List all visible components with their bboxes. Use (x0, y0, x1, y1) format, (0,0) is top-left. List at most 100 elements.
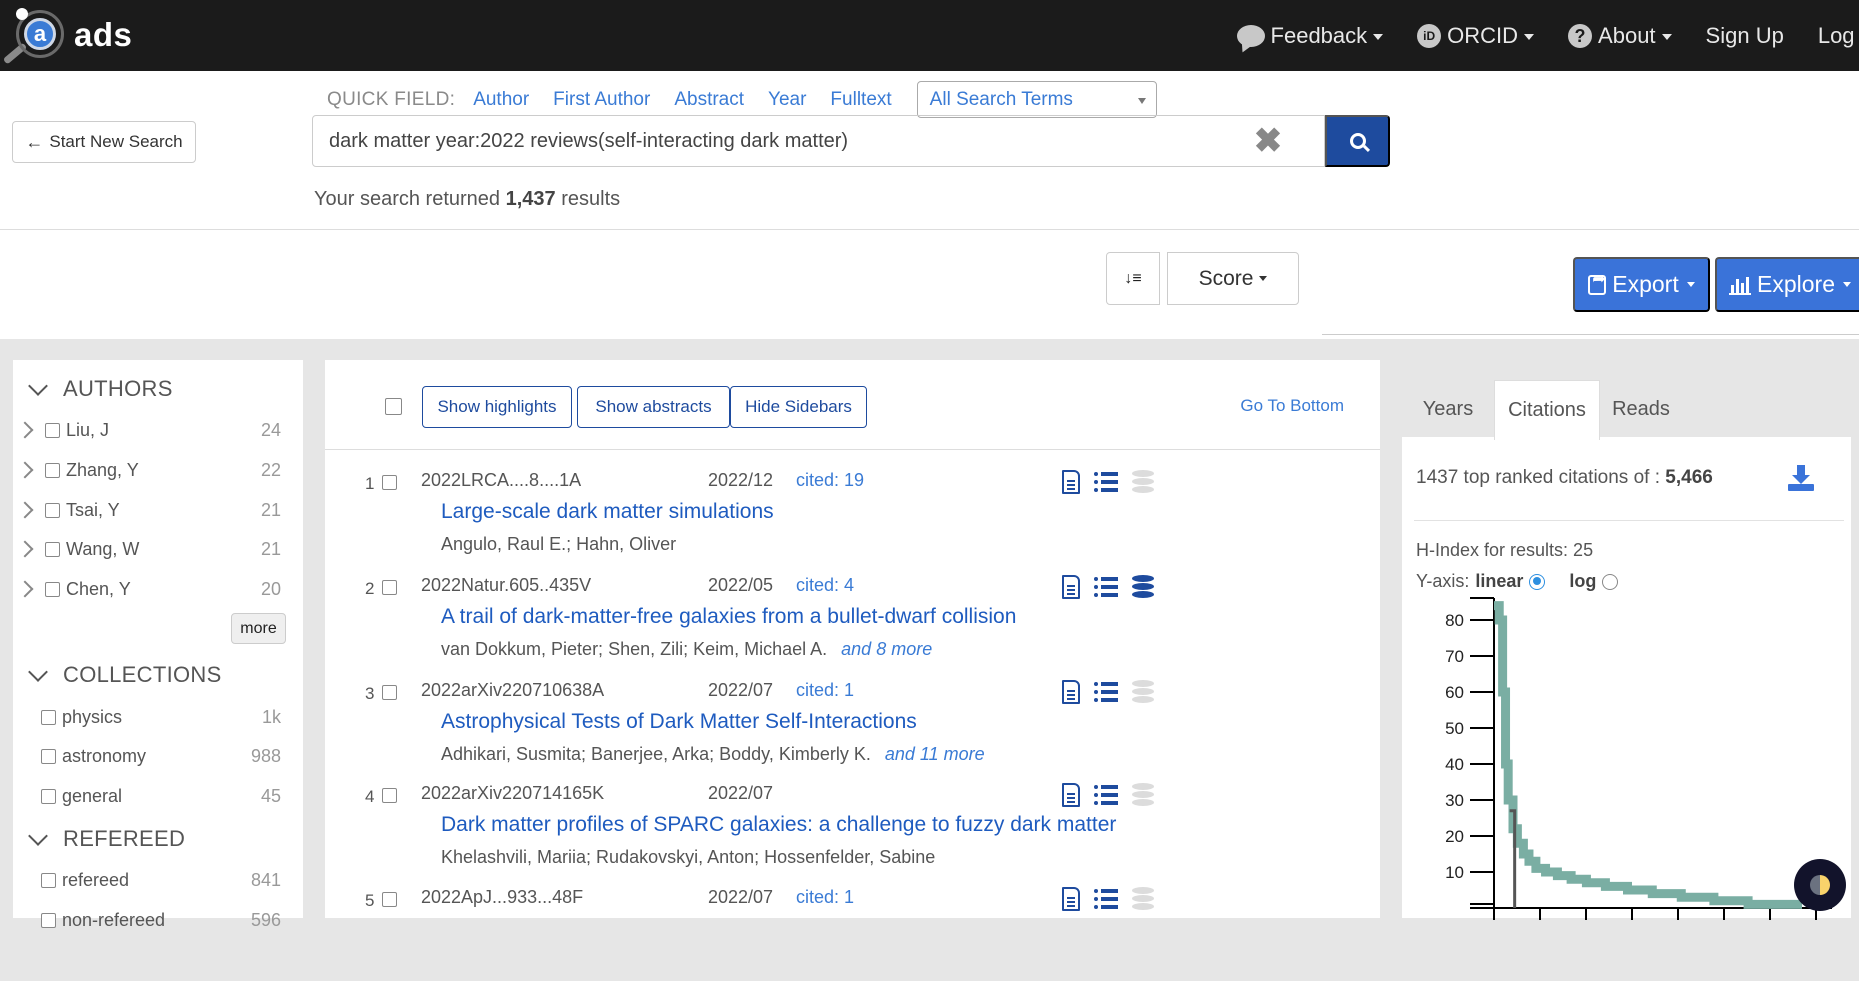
show-abstracts-button[interactable]: Show abstracts (577, 386, 730, 428)
orcid-icon: iD (1417, 23, 1442, 48)
facet-item[interactable]: Wang, W 21 (13, 534, 303, 564)
nav-orcid[interactable]: iD ORCID (1417, 23, 1535, 49)
quick-field-year[interactable]: Year (768, 89, 806, 111)
facet-count: 21 (260, 538, 281, 559)
data-products-icon[interactable] (1132, 680, 1154, 704)
result-cited-link[interactable]: cited: 19 (796, 470, 864, 491)
facet-item[interactable]: astronomy 988 (13, 741, 303, 771)
caret-down-icon (1661, 33, 1672, 40)
references-list-icon[interactable] (1094, 785, 1118, 805)
nav-sign-up[interactable]: Sign Up (1706, 23, 1784, 49)
search-input[interactable]: dark matter year:2022 reviews(self-inter… (312, 115, 1325, 167)
result-checkbox[interactable] (382, 475, 397, 490)
facet-item[interactable]: Zhang, Y 22 (13, 455, 303, 485)
result-checkbox[interactable] (382, 685, 397, 700)
data-products-icon[interactable] (1132, 575, 1154, 599)
quick-field-author[interactable]: Author (473, 89, 529, 111)
ads-logo[interactable]: a ads (2, 6, 133, 65)
quick-field-first-author[interactable]: First Author (553, 89, 650, 111)
result-title-link[interactable]: Large-scale dark matter simulations (441, 500, 774, 524)
references-list-icon[interactable] (1094, 682, 1118, 702)
results-list: Show highlights Show abstracts Hide Side… (325, 360, 1380, 918)
facet-checkbox[interactable] (41, 912, 56, 928)
facet-checkbox[interactable] (45, 541, 60, 557)
facet-checkbox[interactable] (41, 788, 56, 804)
linear-radio[interactable] (1529, 573, 1546, 590)
download-icon[interactable] (1788, 465, 1814, 491)
references-list-icon[interactable] (1094, 889, 1118, 909)
facet-checkbox[interactable] (45, 462, 60, 478)
result-title-link[interactable]: Astrophysical Tests of Dark Matter Self-… (441, 710, 917, 734)
search-terms-select[interactable]: All Search Terms (916, 81, 1157, 118)
go-to-bottom-link[interactable]: Go To Bottom (1240, 396, 1344, 416)
facet-label: Wang, W (66, 538, 140, 559)
result-checkbox[interactable] (382, 580, 397, 595)
data-products-icon[interactable] (1132, 887, 1154, 911)
result-title-link[interactable]: Dark matter profiles of SPARC galaxies: … (441, 813, 1116, 837)
facet-checkbox[interactable] (41, 709, 56, 725)
facet-refereed-header[interactable]: REFEREED (23, 826, 185, 852)
tab-reads[interactable]: Reads (1600, 380, 1682, 438)
result-number: 5 (365, 891, 375, 910)
full-text-icon[interactable] (1062, 680, 1080, 704)
references-list-icon[interactable] (1094, 472, 1118, 492)
result-checkbox[interactable] (382, 788, 397, 803)
hide-sidebars-button[interactable]: Hide Sidebars (730, 386, 867, 428)
chevron-right-icon[interactable] (16, 580, 34, 598)
full-text-icon[interactable] (1062, 887, 1080, 911)
data-products-icon[interactable] (1132, 783, 1154, 807)
facet-checkbox[interactable] (45, 422, 60, 438)
facet-more-button[interactable]: more (231, 613, 286, 644)
facet-authors-header[interactable]: AUTHORS (23, 376, 173, 402)
select-all-checkbox[interactable] (385, 398, 402, 415)
facet-checkbox[interactable] (45, 502, 60, 518)
nav-log-in[interactable]: Log In (1818, 23, 1859, 49)
sort-direction-button[interactable]: ↓≡ (1106, 252, 1160, 305)
facet-item[interactable]: non-refereed 596 (13, 905, 303, 935)
result-cited-link[interactable]: cited: 1 (796, 680, 854, 701)
explore-button[interactable]: Explore (1715, 257, 1859, 312)
show-highlights-button[interactable]: Show highlights (422, 386, 572, 428)
facet-item[interactable]: Liu, J 24 (13, 415, 303, 445)
facet-item[interactable]: physics 1k (13, 702, 303, 732)
tab-citations[interactable]: Citations (1494, 380, 1600, 440)
result-bibcode: 2022arXiv220714165K (421, 783, 605, 803)
chevron-right-icon[interactable] (16, 501, 34, 519)
log-radio[interactable] (1602, 573, 1619, 590)
chevron-right-icon[interactable] (16, 421, 34, 439)
facet-item[interactable]: Tsai, Y 21 (13, 495, 303, 525)
facet-collections-header[interactable]: COLLECTIONS (23, 662, 222, 688)
nav-feedback[interactable]: Feedback (1236, 23, 1384, 49)
data-products-icon[interactable] (1132, 470, 1154, 494)
facet-item[interactable]: refereed 841 (13, 865, 303, 895)
facet-item[interactable]: general 45 (13, 781, 303, 811)
result-cited-link[interactable]: cited: 4 (796, 575, 854, 596)
clear-search-icon[interactable]: ✖ (1253, 124, 1283, 158)
quick-field-fulltext[interactable]: Fulltext (830, 89, 891, 111)
facet-checkbox[interactable] (45, 581, 60, 597)
more-authors-link[interactable]: and 8 more (841, 639, 932, 659)
chevron-right-icon[interactable] (16, 540, 34, 558)
chevron-right-icon[interactable] (16, 461, 34, 479)
full-text-icon[interactable] (1062, 783, 1080, 807)
result-cited-link[interactable]: cited: 1 (796, 887, 854, 908)
more-authors-link[interactable]: and 11 more (885, 744, 985, 764)
result-title-link[interactable]: A trail of dark-matter-free galaxies fro… (441, 605, 1016, 629)
search-button[interactable] (1325, 115, 1390, 167)
facet-checkbox[interactable] (41, 872, 56, 888)
sort-field-dropdown[interactable]: Score (1167, 252, 1299, 305)
references-list-icon[interactable] (1094, 577, 1118, 597)
logo-text: ads (74, 16, 133, 53)
full-text-icon[interactable] (1062, 575, 1080, 599)
result-checkbox[interactable] (382, 892, 397, 907)
quick-field-abstract[interactable]: Abstract (674, 89, 744, 111)
export-button[interactable]: Export (1573, 257, 1710, 312)
log-option-label: log (1569, 571, 1597, 591)
facet-item[interactable]: Chen, Y 20 (13, 574, 303, 604)
start-new-search-button[interactable]: ← Start New Search (12, 121, 196, 163)
full-text-icon[interactable] (1062, 470, 1080, 494)
facet-checkbox[interactable] (41, 748, 56, 764)
theme-toggle-button[interactable] (1794, 859, 1846, 911)
nav-about[interactable]: ? About (1568, 23, 1672, 49)
tab-years[interactable]: Years (1402, 380, 1494, 438)
